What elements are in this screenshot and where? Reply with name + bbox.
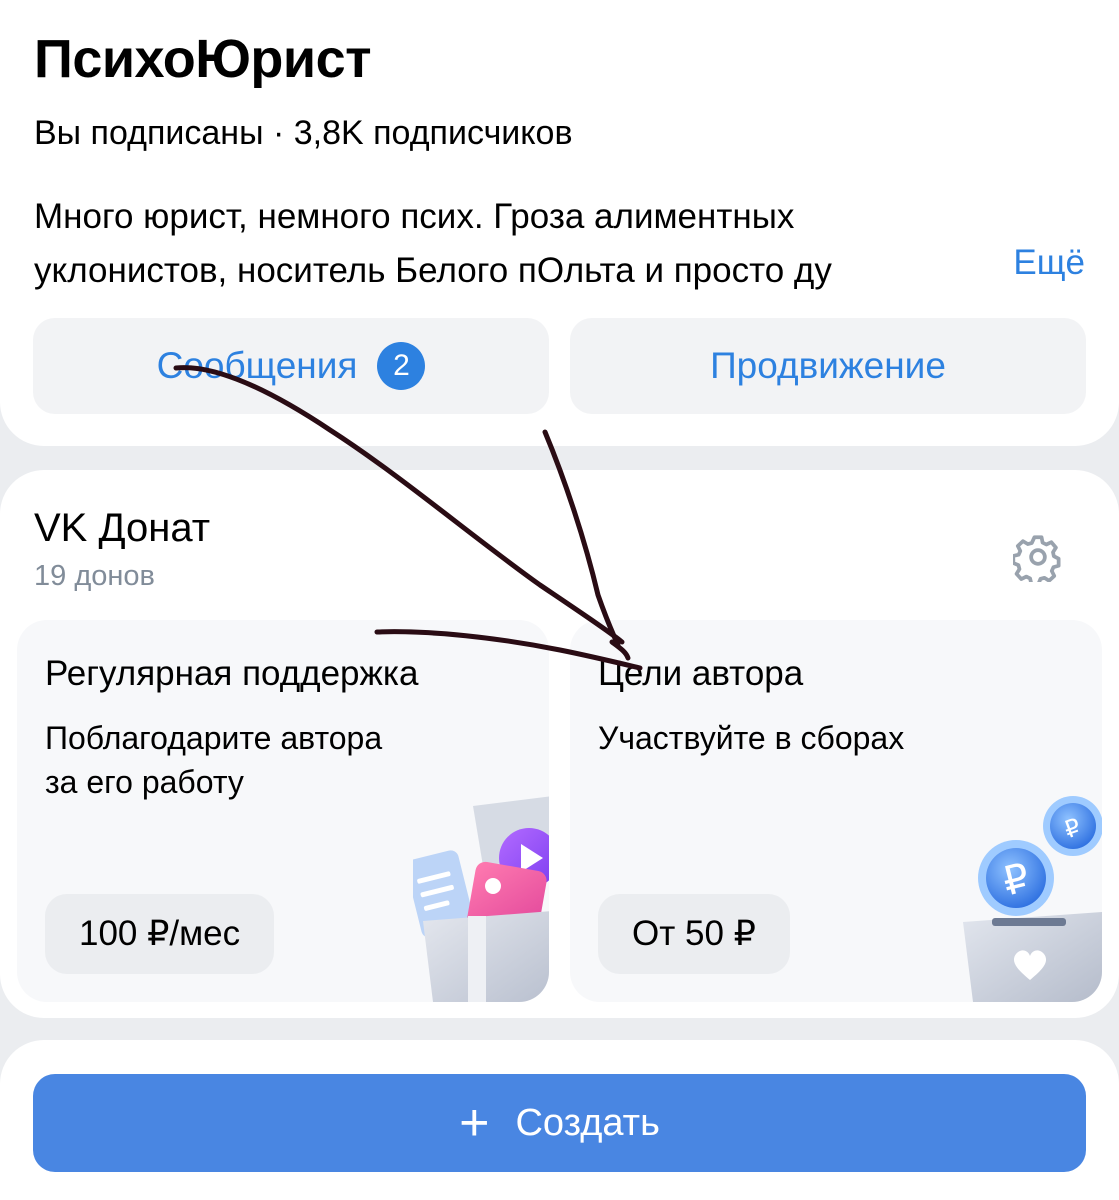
subscribed-status[interactable]: Вы подписаны [34,114,264,152]
show-more-link[interactable]: Ещё [1013,243,1085,283]
page-title: ПсихоЮрист [34,29,372,89]
group-description: Много юрист, немного псих. Гроза алимент… [34,190,1084,298]
subscribers-count[interactable]: 3,8K [294,114,364,152]
tile-description: Участвуйте в сборах [598,716,1018,760]
create-button[interactable]: + Создать [33,1074,1086,1172]
tile-description-line-1: Поблагодарите автора [45,720,383,756]
messages-count-badge: 2 [377,342,426,390]
create-card: + Создать [0,1040,1119,1200]
donation-box-illustration: ₽ ₽ [963,796,1102,1002]
promotion-button[interactable]: Продвижение [570,318,1086,414]
tile-title: Регулярная поддержка [45,654,419,693]
tile-description: Поблагодарите автора за его работу [45,716,465,804]
price-chip[interactable]: 100 ₽/мес [45,894,275,974]
description-line-2: уклонистов, носитель Белого пОльта и про… [34,244,994,298]
author-goals-tile[interactable]: Цели автора Участвуйте в сборах От 50 ₽ … [570,620,1102,1002]
subscribers-suffix[interactable]: подписчиков [373,114,572,152]
gear-icon[interactable] [1013,532,1063,582]
description-line-1: Много юрист, немного псих. Гроза алимент… [34,197,795,236]
profile-card: ПсихоЮрист Вы подписаны · 3,8K подписчик… [0,0,1119,446]
donut-title: VK Донат [34,506,211,550]
vk-donut-card: VK Донат 19 донов Регулярная поддержка П… [0,470,1119,1018]
promotion-label: Продвижение [710,345,946,386]
price-chip[interactable]: От 50 ₽ [598,894,790,974]
description-fade [914,244,994,298]
tile-title: Цели автора [598,654,804,693]
description-line-2-text: уклонистов, носитель Белого пОльта и про… [34,251,832,290]
subscription-line: Вы подписаны · 3,8K подписчиков [34,114,573,153]
create-label: Создать [515,1101,660,1144]
separator: · [272,114,285,152]
messages-label: Сообщения [156,345,358,386]
gift-box-illustration [413,796,549,1002]
regular-support-tile[interactable]: Регулярная поддержка Поблагодарите автор… [17,620,549,1002]
tile-description-line-2: за его работу [45,764,244,800]
plus-icon: + [459,1094,490,1152]
donut-count: 19 донов [34,560,155,592]
tile-description-line-1: Участвуйте в сборах [598,720,905,756]
messages-button[interactable]: Сообщения 2 [33,318,549,414]
